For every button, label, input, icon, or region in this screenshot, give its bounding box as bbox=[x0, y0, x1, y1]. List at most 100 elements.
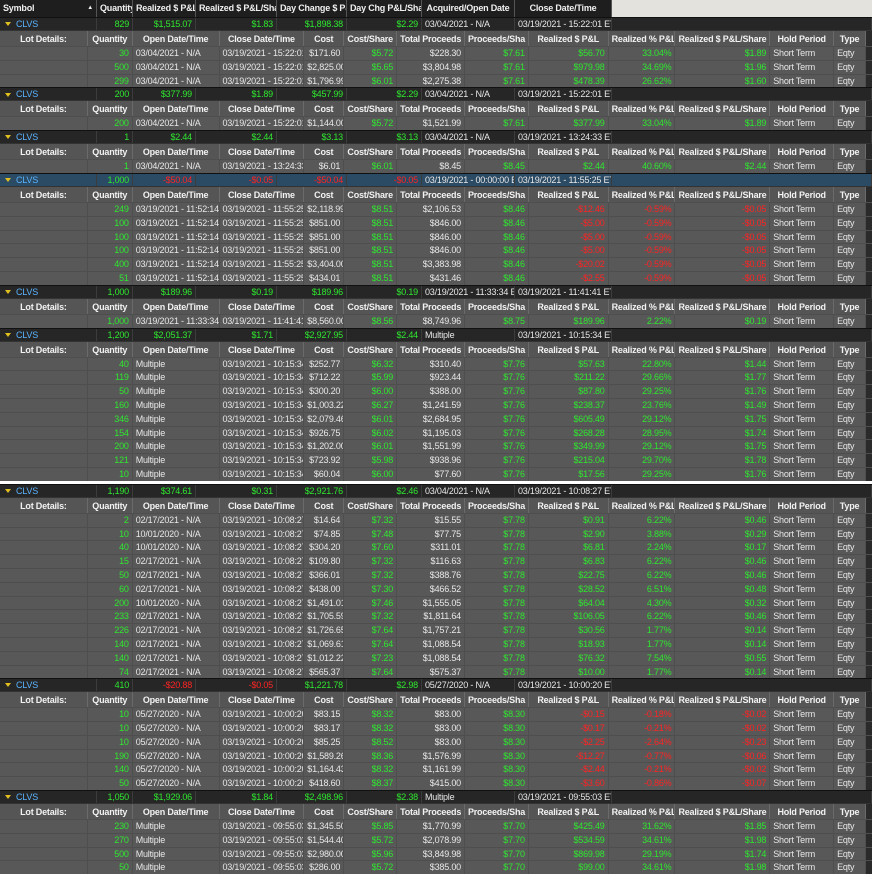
collapse-arrow-icon[interactable] bbox=[5, 332, 11, 337]
lot-header-cost[interactable]: Cost bbox=[304, 692, 345, 708]
lot-header-open-date[interactable]: Open Date/Time bbox=[133, 692, 220, 708]
lot-header-close-date[interactable]: Close Date/Time bbox=[220, 101, 305, 117]
position-group-row[interactable]: CLVS 1,000 -$50.04 -$0.05 -$50.04 -$0.05 03/19… bbox=[0, 172, 872, 186]
lot-header-hold-period[interactable]: Hold Period bbox=[770, 341, 835, 357]
lot-header-realized-pct[interactable]: Realized % P&L bbox=[609, 692, 676, 708]
lot-header-hold-period[interactable]: Hold Period bbox=[770, 298, 835, 314]
lot-row[interactable]: 160 Multiple 03/19/2021 - 10:15:34 $1,003.2… bbox=[0, 397, 872, 412]
column-header-day-change[interactable]: Day Change $ P&L bbox=[277, 0, 347, 17]
lot-header-realized-pct[interactable]: Realized % P&L bbox=[609, 144, 676, 160]
lot-header-total-proceeds[interactable]: Total Proceeds bbox=[397, 298, 465, 314]
lot-row[interactable]: 140 02/17/2021 - N/A 03/19/2021 - 10:08:27… bbox=[0, 636, 872, 651]
lot-header-realized-pl-share[interactable]: Realized $ P&L/Share bbox=[675, 804, 771, 820]
lot-header-cost[interactable]: Cost bbox=[304, 186, 345, 202]
lot-header-type[interactable]: Type bbox=[834, 692, 867, 708]
position-group-row[interactable]: CLVS 200 $377.99 $1.89 $457.99 $2.29 03/04/202… bbox=[0, 87, 872, 101]
lot-header-quantity[interactable]: Quantity bbox=[88, 298, 133, 314]
lot-header-cost-share[interactable]: Cost/Share bbox=[344, 298, 398, 314]
lot-row[interactable]: 50 05/27/2020 - N/A 03/19/2021 - 10:00:20 $… bbox=[0, 776, 872, 791]
symbol-link[interactable]: CLVS bbox=[16, 287, 38, 297]
lot-header-close-date[interactable]: Close Date/Time bbox=[220, 497, 305, 513]
position-group-row[interactable]: CLVS 1,050 $1,929.06 $1.84 $2,498.96 $2.38 Mul… bbox=[0, 790, 872, 804]
lot-header-close-date[interactable]: Close Date/Time bbox=[220, 804, 305, 820]
lot-header-quantity[interactable]: Quantity bbox=[88, 144, 133, 160]
lot-header-hold-period[interactable]: Hold Period bbox=[770, 31, 835, 46]
position-group-row[interactable]: CLVS 410 -$20.88 -$0.05 $1,221.78 $2.98 05/27/… bbox=[0, 678, 872, 692]
lot-header-lot-details[interactable]: Lot Details: bbox=[0, 186, 88, 202]
lot-header-total-proceeds[interactable]: Total Proceeds bbox=[397, 101, 465, 117]
lot-row[interactable]: 270 Multiple 03/19/2021 - 09:55:03 $1,544.4… bbox=[0, 832, 872, 847]
lot-header-realized-pct[interactable]: Realized % P&L bbox=[609, 298, 676, 314]
lot-header-open-date[interactable]: Open Date/Time bbox=[133, 101, 220, 117]
collapse-arrow-icon[interactable] bbox=[5, 92, 11, 97]
column-header-acquired[interactable]: Acquired/Open Date bbox=[422, 0, 515, 17]
lot-header-open-date[interactable]: Open Date/Time bbox=[133, 144, 220, 160]
lot-row[interactable]: 10 05/27/2020 - N/A 03/19/2021 - 10:00:20 $… bbox=[0, 721, 872, 735]
position-group-row[interactable]: CLVS 829 $1,515.07 $1.83 $1,898.38 $2.29 03/04… bbox=[0, 17, 872, 30]
lot-row[interactable]: 154 Multiple 03/19/2021 - 10:15:34 $926.75 $… bbox=[0, 425, 872, 440]
lot-header-realized-pct[interactable]: Realized % P&L bbox=[609, 497, 676, 513]
lot-header-lot-details[interactable]: Lot Details: bbox=[0, 101, 88, 117]
lot-header-realized-pl[interactable]: Realized $ P&L bbox=[529, 341, 609, 357]
lot-row[interactable]: 299 03/04/2021 - N/A 03/19/2021 - 15:22:01… bbox=[0, 73, 872, 88]
lot-row[interactable]: 2 02/17/2021 - N/A 03/19/2021 - 10:08:27 $1… bbox=[0, 512, 872, 527]
collapse-arrow-icon[interactable] bbox=[5, 488, 11, 493]
lot-header-cost[interactable]: Cost bbox=[304, 298, 345, 314]
lot-header-proceeds-share[interactable]: Proceeds/Sha bbox=[465, 144, 529, 160]
lot-header-cost[interactable]: Cost bbox=[304, 497, 345, 513]
lot-header-quantity[interactable]: Quantity bbox=[88, 186, 133, 202]
lot-header-proceeds-share[interactable]: Proceeds/Sha bbox=[465, 692, 529, 708]
symbol-link[interactable]: CLVS bbox=[16, 486, 38, 496]
lot-row[interactable]: 400 03/19/2021 - 11:52:14 03/19/2021 - 11:… bbox=[0, 257, 872, 271]
lot-header-close-date[interactable]: Close Date/Time bbox=[220, 298, 305, 314]
lot-header-quantity[interactable]: Quantity bbox=[88, 804, 133, 820]
lot-row[interactable]: 100 03/19/2021 - 11:52:14 03/19/2021 - 11:… bbox=[0, 243, 872, 258]
lot-header-realized-pl[interactable]: Realized $ P&L bbox=[529, 497, 609, 513]
lot-header-total-proceeds[interactable]: Total Proceeds bbox=[397, 692, 465, 708]
lot-header-hold-period[interactable]: Hold Period bbox=[770, 186, 835, 202]
lot-row[interactable]: 10 05/27/2020 - N/A 03/19/2021 - 10:00:20 $… bbox=[0, 707, 872, 722]
lot-header-type[interactable]: Type bbox=[834, 101, 867, 117]
lot-header-cost-share[interactable]: Cost/Share bbox=[344, 101, 398, 117]
lot-header-proceeds-share[interactable]: Proceeds/Sha bbox=[465, 804, 529, 820]
lot-header-cost-share[interactable]: Cost/Share bbox=[344, 497, 398, 513]
lot-header-realized-pl[interactable]: Realized $ P&L bbox=[529, 144, 609, 160]
lot-header-cost-share[interactable]: Cost/Share bbox=[344, 144, 398, 160]
lot-header-type[interactable]: Type bbox=[834, 804, 867, 820]
lot-header-lot-details[interactable]: Lot Details: bbox=[0, 497, 88, 513]
lot-header-open-date[interactable]: Open Date/Time bbox=[133, 298, 220, 314]
position-group-row[interactable]: CLVS 1 $2.44 $2.44 $3.13 $3.13 03/04/2021 - N/… bbox=[0, 130, 872, 144]
lot-header-close-date[interactable]: Close Date/Time bbox=[220, 144, 305, 160]
lot-header-type[interactable]: Type bbox=[834, 341, 867, 357]
lot-header-total-proceeds[interactable]: Total Proceeds bbox=[397, 31, 465, 46]
lot-row[interactable]: 230 Multiple 03/19/2021 - 09:55:03 $1,345.5… bbox=[0, 819, 872, 833]
lot-header-hold-period[interactable]: Hold Period bbox=[770, 101, 835, 117]
lot-row[interactable]: 121 Multiple 03/19/2021 - 10:15:34 $723.92 $… bbox=[0, 453, 872, 467]
lot-row[interactable]: 15 02/17/2021 - N/A 03/19/2021 - 10:08:27 $… bbox=[0, 554, 872, 568]
column-header-close[interactable]: Close Date/Time bbox=[515, 0, 612, 17]
lot-header-hold-period[interactable]: Hold Period bbox=[770, 497, 835, 513]
lot-header-hold-period[interactable]: Hold Period bbox=[770, 144, 835, 160]
lot-header-proceeds-share[interactable]: Proceeds/Sha bbox=[465, 101, 529, 117]
sort-ascending-icon[interactable]: ▲ bbox=[87, 0, 93, 17]
lot-row[interactable]: 1 03/04/2021 - N/A 03/19/2021 - 13:24:33 $6… bbox=[0, 159, 872, 173]
lot-header-realized-pl-share[interactable]: Realized $ P&L/Share bbox=[675, 298, 771, 314]
lot-row[interactable]: 60 02/17/2021 - N/A 03/19/2021 - 10:08:27 $… bbox=[0, 581, 872, 596]
lot-header-quantity[interactable]: Quantity bbox=[88, 341, 133, 357]
lot-header-lot-details[interactable]: Lot Details: bbox=[0, 31, 88, 46]
lot-header-total-proceeds[interactable]: Total Proceeds bbox=[397, 144, 465, 160]
lot-header-open-date[interactable]: Open Date/Time bbox=[133, 804, 220, 820]
lot-row[interactable]: 500 03/04/2021 - N/A 03/19/2021 - 15:22:01… bbox=[0, 59, 872, 74]
lot-header-quantity[interactable]: Quantity bbox=[88, 497, 133, 513]
symbol-link[interactable]: CLVS bbox=[16, 175, 38, 185]
lot-header-close-date[interactable]: Close Date/Time bbox=[220, 692, 305, 708]
lot-header-quantity[interactable]: Quantity bbox=[88, 101, 133, 117]
lot-header-cost-share[interactable]: Cost/Share bbox=[344, 186, 398, 202]
lot-header-type[interactable]: Type bbox=[834, 186, 867, 202]
lot-header-realized-pct[interactable]: Realized % P&L bbox=[609, 804, 676, 820]
lot-header-proceeds-share[interactable]: Proceeds/Sha bbox=[465, 298, 529, 314]
lot-header-realized-pl[interactable]: Realized $ P&L bbox=[529, 101, 609, 117]
collapse-arrow-icon[interactable] bbox=[5, 135, 11, 140]
lot-header-realized-pl-share[interactable]: Realized $ P&L/Share bbox=[675, 497, 771, 513]
lot-header-realized-pl[interactable]: Realized $ P&L bbox=[529, 298, 609, 314]
